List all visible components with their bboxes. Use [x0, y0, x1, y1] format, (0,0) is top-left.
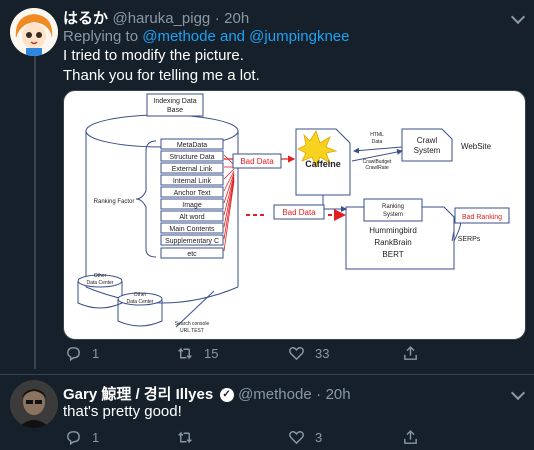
factor-image: Image [182, 202, 202, 209]
reply-count: 1 [92, 430, 100, 445]
retweet-button[interactable] [176, 429, 194, 446]
factor-anchor-text: Anchor Text [174, 190, 211, 197]
bad-data-label-2: Bad Data [282, 208, 316, 217]
dot-separator: · [214, 10, 220, 27]
chevron-down-icon[interactable] [510, 9, 526, 25]
like-count: 33 [315, 346, 330, 361]
display-name[interactable]: Gary 鯨理 / 경리 Illyes [63, 386, 213, 403]
url-test-label: URL TEST [180, 328, 204, 334]
bert-label: BERT [382, 250, 403, 259]
website-label: WebSite [461, 142, 492, 151]
seo-diagram: Indexing Data Base MetaData Structure Da… [77, 93, 510, 334]
factor-metadata: MetaData [177, 142, 207, 149]
like-button[interactable]: 3 [288, 429, 322, 446]
ranking-label: Ranking [382, 204, 404, 210]
share-button[interactable] [402, 429, 419, 446]
html-label: HTML [370, 132, 384, 138]
serps-label: SERPs [458, 236, 481, 243]
tweet-time[interactable]: 20h [224, 10, 249, 27]
indexing-db-label-2: Base [167, 107, 183, 114]
svg-text:Other: Other [134, 292, 147, 298]
tweet-text-line-2: Thank you for telling me a lot. [63, 67, 260, 84]
search-console-label: Search console [175, 321, 210, 327]
factor-alt-word: Alt word [179, 214, 204, 221]
ranking-system-label: System [383, 212, 403, 218]
replying-users-link[interactable]: @methode and @jumpingknee [142, 28, 349, 45]
share-icon [404, 430, 417, 444]
retweet-icon [178, 431, 192, 444]
tweet-divider [0, 374, 534, 375]
crawl-label: Crawl [417, 136, 438, 145]
indexing-db-label-1: Indexing Data [153, 98, 196, 105]
factor-structure-data: Structure Data [169, 154, 214, 161]
bad-data-label-1: Bad Data [240, 157, 274, 166]
factor-external-link: External Link [172, 166, 213, 173]
display-name[interactable]: はるか [63, 10, 108, 27]
share-icon [404, 346, 417, 360]
tweet-text: that's pretty good! [63, 403, 182, 420]
svg-text:Data Center: Data Center [87, 280, 114, 286]
tweet-time[interactable]: 20h [326, 386, 351, 403]
svg-text:Data Center: Data Center [127, 299, 154, 305]
share-button[interactable] [402, 345, 419, 362]
retweet-icon [178, 347, 192, 360]
factor-internal-link: Internal Link [173, 178, 212, 185]
data-label: Data [372, 139, 383, 145]
bad-ranking-label: Bad Ranking [462, 214, 502, 221]
replying-to: Replying to @methode and @jumpingknee [63, 27, 349, 47]
reply-button[interactable]: 1 [65, 429, 99, 446]
like-button[interactable]: 33 [288, 345, 329, 362]
like-icon [289, 431, 304, 445]
replying-prefix: Replying to [63, 28, 139, 45]
system-label: System [414, 146, 441, 155]
verified-icon: ✓ [219, 387, 234, 402]
reply-button[interactable]: 1 [65, 345, 99, 362]
user-handle[interactable]: @haruka_pigg [112, 10, 210, 27]
tweet-header: Gary 鯨理 / 경리 Illyes ✓ @methode · 20h [63, 383, 351, 404]
retweet-count: 15 [204, 346, 219, 361]
hummingbird-label: Hummingbird [369, 226, 417, 235]
tweet-header: はるか @haruka_pigg · 20h [63, 7, 249, 28]
ranking-factor-label: Ranking Factor [94, 199, 135, 205]
tweet-text: I tried to modify the picture. Thank you… [63, 46, 260, 86]
reply-icon [67, 431, 80, 446]
chevron-down-icon[interactable] [510, 385, 526, 401]
like-count: 3 [315, 430, 323, 445]
reply-icon [67, 347, 80, 362]
like-icon [289, 347, 304, 361]
factor-etc: etc [187, 251, 197, 258]
avatar[interactable] [10, 380, 58, 428]
reply-count: 1 [92, 346, 100, 361]
retweet-button[interactable]: 15 [176, 345, 218, 362]
thread-line [34, 55, 36, 369]
rankbrain-label: RankBrain [374, 238, 411, 247]
avatar-photo-icon [10, 380, 58, 428]
avatar-anime-icon [10, 8, 58, 56]
avatar[interactable] [10, 8, 58, 56]
factor-main-contents: Main Contents [169, 226, 215, 233]
crawl-rate-label: CrawlRate [365, 165, 389, 171]
dot-separator: · [316, 386, 322, 403]
svg-text:Other: Other [94, 273, 107, 279]
tweet-image[interactable]: Indexing Data Base MetaData Structure Da… [63, 90, 526, 340]
caffeine-label: Caffeine [305, 159, 341, 169]
user-handle[interactable]: @methode [238, 386, 312, 403]
tweet-text-line-1: I tried to modify the picture. [63, 47, 244, 64]
factor-supplementary: Supplementary C [165, 238, 219, 245]
